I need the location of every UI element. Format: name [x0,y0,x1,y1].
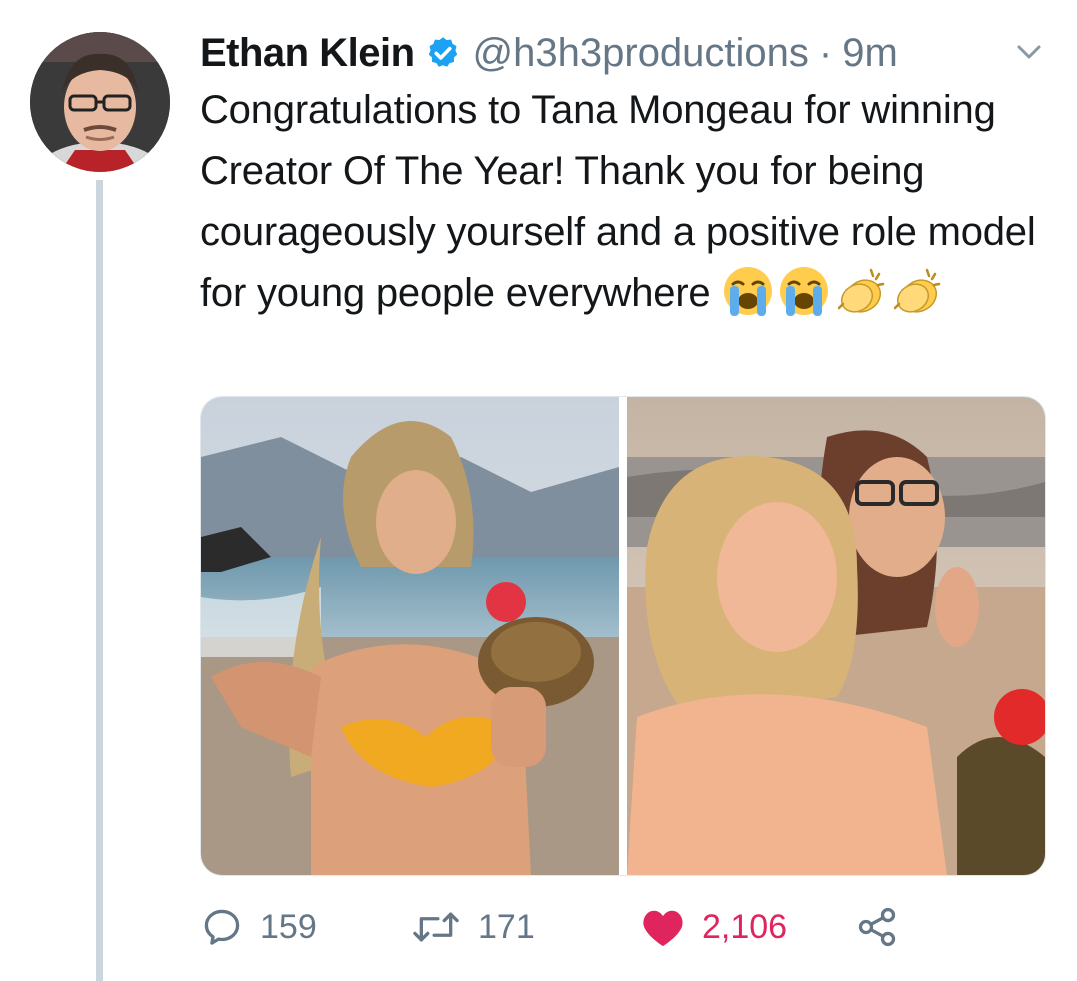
avatar[interactable] [30,32,170,172]
chevron-down-icon[interactable] [1014,40,1044,64]
reply-button[interactable]: 159 [200,900,317,954]
avatar-image [30,32,170,172]
beach-photo-1 [201,397,619,875]
media-photo-2[interactable] [627,397,1045,875]
retweet-icon [413,912,459,942]
reply-icon [204,909,240,945]
loudly-crying-face-icon [777,264,831,318]
heart-icon [643,910,683,947]
clapping-hands-icon [889,264,943,318]
author-handle[interactable]: @h3h3productions [473,31,809,76]
beach-photo-2 [627,397,1045,875]
loudly-crying-face-icon [721,264,775,318]
header-separator: · [818,30,833,75]
like-button[interactable]: 2,106 [640,900,787,954]
retweet-count: 171 [478,907,535,946]
like-count: 2,106 [702,907,788,946]
reply-count: 159 [260,907,317,946]
tweet-media [200,396,1046,876]
tweet-header: Ethan Klein @h3h3productions · 9m [200,28,898,78]
tweet-text: Congratulations to Tana Mongeau for winn… [200,80,1040,324]
tweet-timestamp[interactable]: 9m [842,31,898,76]
clapping-hands-icon [833,264,887,318]
media-divider [619,397,627,875]
media-photo-1[interactable] [201,397,619,875]
retweet-button[interactable]: 171 [410,900,535,954]
tweet-actions: 159 171 2,106 [200,900,1060,954]
verified-badge-icon [425,35,461,71]
share-icon [858,907,896,947]
thread-line [96,180,103,981]
share-button[interactable] [855,900,899,954]
author-name[interactable]: Ethan Klein [200,31,415,76]
